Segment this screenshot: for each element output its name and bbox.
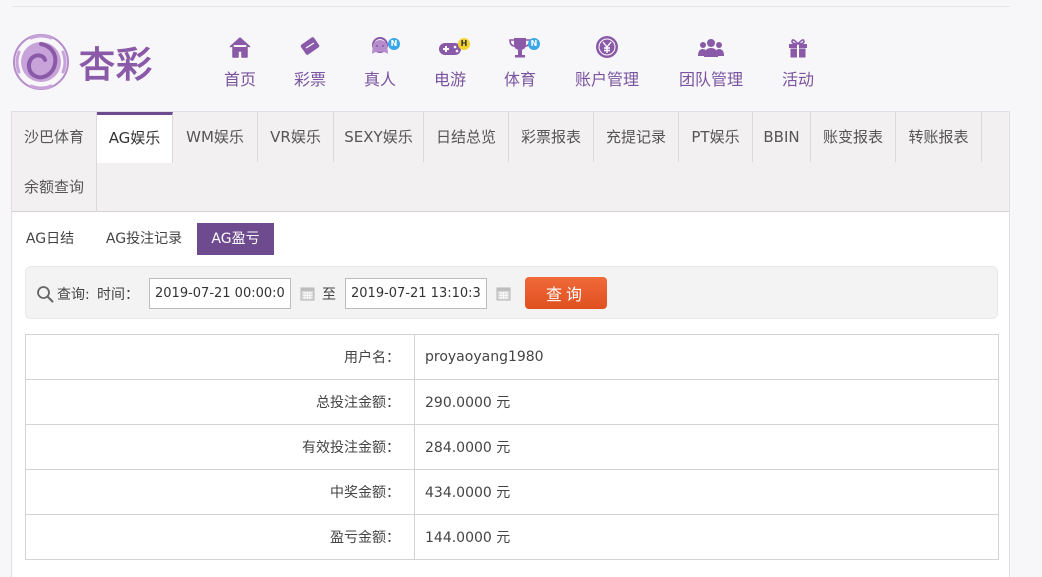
profit-loss-table: 用户名： proyaoyang1980 总投注金额： 290.0000 元 有效…	[25, 334, 999, 560]
calendar-icon[interactable]	[496, 286, 511, 301]
tab-pt-entertainment[interactable]: PT娱乐	[679, 112, 753, 162]
report-panel: 沙巴体育 AG娱乐 WM娱乐 VR娱乐 SEXY娱乐 日结总览 彩票报表 充提记…	[11, 111, 1010, 577]
tab-saba-sports[interactable]: 沙巴体育	[12, 112, 97, 162]
table-row: 有效投注金额： 284.0000 元	[25, 424, 999, 470]
live-dealer-icon: N	[366, 34, 400, 60]
table-row: 中奖金额： 434.0000 元	[25, 469, 999, 515]
winning-amount-label: 中奖金额：	[25, 469, 415, 515]
nav-item-account[interactable]: 账户管理	[562, 34, 652, 90]
nav-label: 账户管理	[574, 70, 639, 89]
tab-lottery-report[interactable]: 彩票报表	[509, 112, 594, 162]
username-label: 用户名：	[25, 334, 415, 380]
valid-bet-value: 284.0000 元	[414, 424, 999, 470]
tab-bbin[interactable]: BBIN	[753, 112, 811, 162]
team-icon	[697, 34, 725, 60]
tab-wm-entertainment[interactable]: WM娱乐	[173, 112, 258, 162]
query-bar: 查询: 时间： 至 查询	[25, 266, 998, 319]
tab-ag-entertainment[interactable]: AG娱乐	[97, 112, 173, 163]
hot-badge: H	[458, 38, 470, 50]
username-value: proyaoyang1980	[414, 334, 999, 380]
subtab-ag-profit-loss[interactable]: AG盈亏	[197, 223, 274, 255]
new-badge: N	[528, 38, 540, 50]
end-time-input[interactable]	[345, 278, 487, 309]
time-label: 时间：	[97, 287, 139, 303]
profit-loss-value: 144.0000 元	[414, 514, 999, 560]
nav-item-promotions[interactable]: 活动	[753, 34, 843, 90]
nav-item-team[interactable]: 团队管理	[666, 34, 756, 90]
nav-item-sports[interactable]: N 体育	[475, 34, 565, 90]
home-icon	[226, 34, 254, 60]
query-prefix-label: 查询:	[57, 287, 90, 303]
brand-name: 杏彩	[79, 44, 154, 86]
new-badge: N	[388, 38, 400, 50]
site-logo[interactable]: 杏彩	[11, 30, 171, 94]
yen-coin-icon	[593, 34, 621, 60]
range-separator: 至	[322, 287, 336, 303]
trophy-icon: N	[506, 34, 540, 60]
winning-amount-value: 434.0000 元	[414, 469, 999, 515]
tab-vr-entertainment[interactable]: VR娱乐	[258, 112, 334, 162]
report-tabs: 沙巴体育 AG娱乐 WM娱乐 VR娱乐 SEXY娱乐 日结总览 彩票报表 充提记…	[12, 112, 1009, 212]
subtab-ag-daily[interactable]: AG日结	[18, 223, 82, 255]
lottery-ticket-icon	[296, 34, 324, 60]
search-icon	[37, 286, 54, 303]
start-time-input[interactable]	[149, 278, 291, 309]
logo-emblem-icon	[13, 34, 69, 90]
gift-icon	[784, 34, 812, 60]
table-row: 用户名： proyaoyang1980	[25, 334, 999, 380]
total-bet-value: 290.0000 元	[414, 379, 999, 425]
tab-deposit-withdraw[interactable]: 充提记录	[594, 112, 679, 162]
valid-bet-label: 有效投注金额：	[25, 424, 415, 470]
top-divider	[12, 6, 1010, 7]
table-row: 盈亏金额： 144.0000 元	[25, 514, 999, 560]
tab-daily-overview[interactable]: 日结总览	[424, 112, 509, 162]
tab-sexy-entertainment[interactable]: SEXY娱乐	[334, 112, 424, 162]
gamepad-icon: H	[436, 34, 470, 60]
nav-label: 活动	[781, 70, 814, 89]
nav-label: 体育	[503, 70, 536, 89]
profit-loss-label: 盈亏金额：	[25, 514, 415, 560]
query-button[interactable]: 查询	[525, 277, 607, 309]
table-row: 总投注金额： 290.0000 元	[25, 379, 999, 425]
subtab-ag-bet-records[interactable]: AG投注记录	[98, 223, 190, 255]
tab-balance-query[interactable]: 余额查询	[12, 162, 97, 212]
tab-account-change[interactable]: 账变报表	[811, 112, 896, 162]
nav-label: 团队管理	[678, 70, 743, 89]
total-bet-label: 总投注金额：	[25, 379, 415, 425]
calendar-icon[interactable]	[300, 286, 315, 301]
tab-transfer-report[interactable]: 转账报表	[896, 112, 982, 162]
